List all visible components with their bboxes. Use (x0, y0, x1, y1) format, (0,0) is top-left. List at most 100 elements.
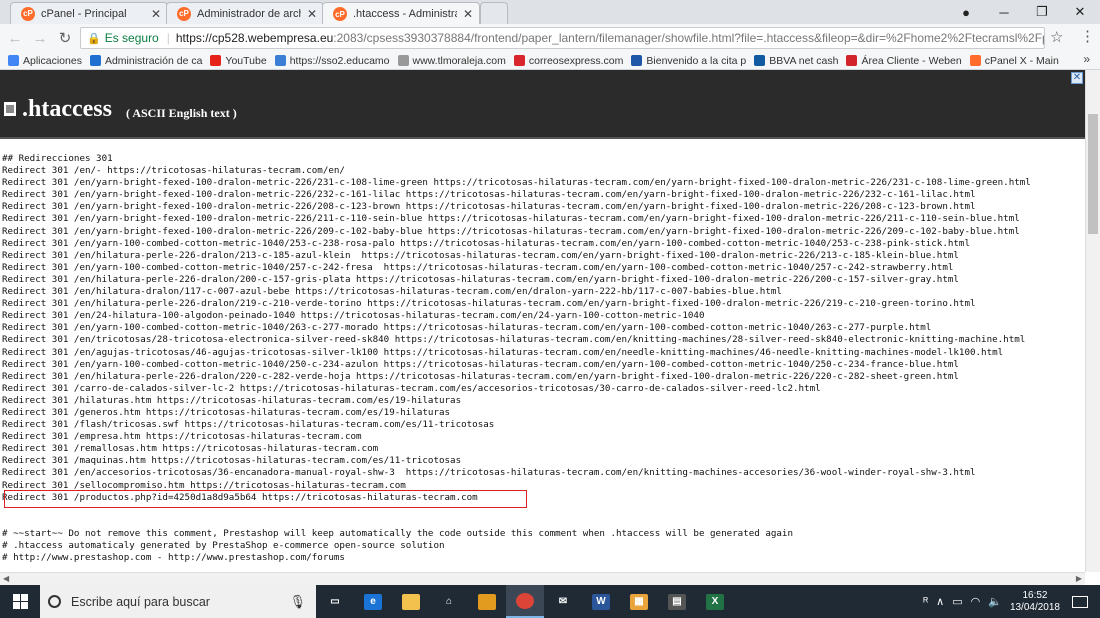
file-explorer-icon (402, 593, 420, 610)
taskbar: Escribe aquí para buscar 🎙 ▭ e ⌂ ✉ W ▦ ▤ X ᴿ ∧ … (0, 585, 1100, 618)
file-line: Redirect 301 /remallosas.htm https://tri… (2, 443, 379, 455)
bookmark-item[interactable]: Área Cliente - Weben (846, 55, 962, 67)
cm-icon (631, 55, 643, 66)
tab-title: Administrador de archivos (197, 7, 301, 20)
bookmark-label: Administración de ca (104, 54, 203, 67)
tab-close-icon[interactable]: ✕ (151, 7, 161, 21)
taskbar-app[interactable]: ▭ (316, 585, 354, 618)
file-line: Redirect 301 /generos.htm https://tricot… (2, 406, 451, 418)
scroll-left-icon[interactable]: ◀ (3, 574, 9, 583)
mail-icon: ✉ (558, 596, 568, 607)
taskbar-app[interactable]: ▦ (620, 585, 658, 618)
apps-grid-icon (8, 55, 19, 66)
swirl-icon (274, 55, 286, 66)
file-line: Redirect 301 /maquinas.htm https://trico… (2, 455, 462, 467)
highlight-box (4, 490, 527, 508)
close-window-button[interactable]: ✕ (1062, 0, 1098, 24)
bookmark-item[interactable]: https://sso2.educamo (274, 54, 390, 67)
forward-arrow-icon[interactable]: → (30, 28, 50, 48)
file-line: Redirect 301 /en/tricotosas/28-tricotosa… (2, 334, 1026, 346)
taskbar-app[interactable]: e (354, 585, 392, 618)
clock-date: 13/04/2018 (1009, 601, 1060, 613)
bookmark-star-icon[interactable]: ☆ (1050, 28, 1063, 46)
taskbar-app[interactable] (468, 585, 506, 618)
tab-cpanel-principal[interactable]: cP cPanel - Principal ✕ (10, 2, 168, 24)
people-icon[interactable]: ᴿ (923, 596, 928, 608)
bookmark-item[interactable]: cPanel X - Main (969, 54, 1059, 67)
file-line: Redirect 301 /en/yarn-bright-fexed-100-d… (2, 177, 1031, 189)
address-bar[interactable]: 🔒 Es seguro | https://cp528.webempresa.e… (80, 27, 1045, 49)
file-line: Redirect 301 /en/yarn-bright-fexed-100-d… (2, 189, 976, 201)
file-line: Redirect 301 /en/hilatura-dralon/117-c-0… (2, 286, 782, 298)
taskbar-app[interactable] (506, 585, 544, 618)
address-separator: | (166, 31, 170, 45)
clock-time: 16:52 (1022, 589, 1048, 601)
clock[interactable]: 16:52 13/04/2018 (1010, 590, 1060, 614)
url-host: https://cp528.webempresa.eu (175, 31, 334, 45)
taskbar-app[interactable]: ✉ (544, 585, 582, 618)
battery-icon[interactable]: ▭ (952, 595, 962, 608)
bookmark-label: https://sso2.educamo (289, 54, 390, 67)
file-view-header: ✕ .htaccess ( ASCII English text ) (0, 70, 1085, 139)
ex-icon (513, 55, 525, 66)
tab-htaccess[interactable]: cP .htaccess - Administrador ✕ (322, 2, 480, 25)
blue-a-icon (89, 55, 101, 66)
microphone-icon[interactable]: 🎙 (289, 594, 306, 610)
bookmark-item[interactable]: www.tlmoraleja.com (397, 55, 506, 67)
profile-icon[interactable]: ● (948, 0, 984, 24)
bookmark-item[interactable]: Aplicaciones (8, 55, 82, 67)
file-line: # .htaccess automaticaly generated by Pr… (2, 540, 445, 551)
word-icon: W (592, 593, 610, 610)
bookmark-item[interactable]: Bienvenido a la cita p (631, 55, 746, 67)
volume-icon[interactable]: 🔈 (988, 595, 1002, 608)
vertical-scrollbar[interactable] (1085, 70, 1100, 572)
file-line: Redirect 301 /flash/tricosas.swf https:/… (2, 419, 495, 431)
file-line: Redirect 301 /en/hilatura-perle-226-dral… (2, 370, 959, 382)
taskbar-app[interactable]: X (696, 585, 734, 618)
bookmark-label: YouTube (225, 54, 267, 67)
wifi-icon[interactable]: ◠ (971, 595, 981, 608)
bookmarks-overflow-icon[interactable]: » (1083, 52, 1090, 66)
new-tab-button[interactable] (480, 2, 508, 24)
horizontal-scrollbar[interactable]: ◀ ▶ (0, 572, 1085, 585)
store-icon: ▦ (630, 593, 648, 610)
file-line: Redirect 301 /en/yarn-100-combed-cotton-… (2, 322, 932, 334)
close-icon[interactable]: ✕ (1071, 72, 1083, 84)
taskbar-app[interactable]: W (582, 585, 620, 618)
reload-icon[interactable]: ↻ (55, 28, 75, 48)
tray-chevron-icon[interactable]: ∧ (936, 595, 944, 608)
bookmark-item[interactable]: correosexpress.com (513, 55, 623, 67)
taskbar-search[interactable]: Escribe aquí para buscar 🎙 (40, 585, 316, 618)
bookmark-item[interactable]: Administración de ca (89, 54, 203, 67)
file-line: Redirect 301 /en/yarn-bright-fexed-100-d… (2, 225, 1020, 237)
bookmark-item[interactable]: YouTube (210, 54, 267, 67)
taskbar-app[interactable]: ▤ (658, 585, 696, 618)
file-line: Redirect 301 /en/yarn-100-combed-cotton-… (2, 358, 959, 370)
search-placeholder: Escribe aquí para buscar (71, 594, 210, 609)
file-line: Redirect 301 /hilaturas.htm https://tric… (2, 394, 462, 406)
start-button[interactable] (0, 585, 40, 618)
taskbar-app[interactable] (392, 585, 430, 618)
tab-close-icon[interactable]: ✕ (463, 7, 473, 21)
file-line: # http://www.prestashop.com - http://www… (2, 552, 345, 564)
file-type-label: ( ASCII English text ) (126, 106, 237, 120)
browser-menu-icon[interactable]: ⋮ (1080, 27, 1095, 45)
file-line: Redirect 301 /empresa.htm https://tricot… (2, 431, 362, 443)
bookmark-item[interactable]: BBVA net cash (754, 55, 838, 67)
notifications-icon[interactable] (1072, 595, 1088, 608)
file-line: Redirect 301 /en/yarn-100-combed-cotton-… (2, 261, 954, 273)
bookmark-label: cPanel X - Main (984, 54, 1059, 67)
tab-close-icon[interactable]: ✕ (307, 7, 317, 21)
back-arrow-icon[interactable]: ← (5, 28, 25, 48)
file-line: Redirect 301 /en/yarn-bright-fexed-100-d… (2, 201, 976, 213)
bookmark-label: BBVA net cash (769, 54, 839, 67)
file-icon (4, 102, 16, 116)
taskbar-app[interactable]: ⌂ (430, 585, 468, 618)
scroll-right-icon[interactable]: ▶ (1076, 574, 1082, 583)
minimize-button[interactable]: ─ (986, 0, 1022, 24)
tab-file-manager[interactable]: cP Administrador de archivos ✕ (166, 2, 324, 24)
tab-title: .htaccess - Administrador (353, 8, 457, 20)
scroll-thumb[interactable] (1088, 114, 1098, 234)
youtube-icon (210, 55, 222, 66)
restore-button[interactable]: ❐ (1024, 0, 1060, 24)
